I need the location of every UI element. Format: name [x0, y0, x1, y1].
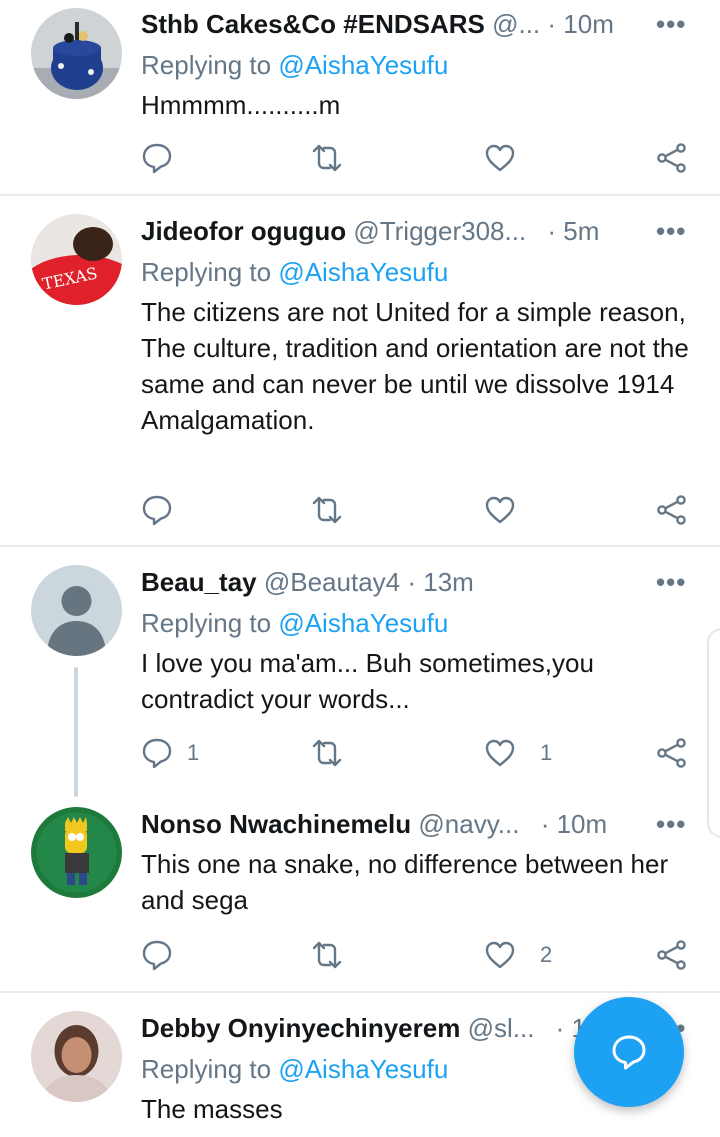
- action-bar: [0, 490, 720, 530]
- more-options-icon[interactable]: •••: [656, 214, 686, 248]
- like-button[interactable]: 1: [484, 733, 552, 773]
- share-icon: [657, 143, 686, 173]
- timestamp[interactable]: · 13m: [407, 567, 473, 597]
- user-handle[interactable]: @...: [492, 9, 540, 39]
- action-bar: [0, 138, 720, 178]
- scroll-handle[interactable]: [707, 628, 720, 838]
- display-name[interactable]: Nonso Nwachinemelu: [141, 809, 411, 839]
- heart-icon: [485, 941, 515, 969]
- tweet-1[interactable]: Sthb Cakes&Co #ENDSARS @... · 10m ••• Re…: [0, 0, 720, 196]
- tweet-header: Beau_tay @Beautay4 · 13m •••: [141, 565, 691, 599]
- like-button[interactable]: 2: [484, 935, 552, 975]
- display-name[interactable]: Sthb Cakes&Co #ENDSARS: [141, 9, 485, 39]
- reply-button[interactable]: [141, 935, 187, 975]
- reply-button[interactable]: [141, 138, 187, 178]
- share-button[interactable]: [656, 490, 688, 530]
- timestamp[interactable]: · 5m: [533, 216, 599, 246]
- tweet-text: I love you ma'am... Buh sometimes,you co…: [141, 648, 594, 714]
- thread-connector: [74, 667, 78, 797]
- reply-button[interactable]: [141, 490, 187, 530]
- timestamp[interactable]: · 10m: [527, 809, 607, 839]
- avatar[interactable]: [31, 565, 122, 656]
- like-count: 1: [540, 740, 553, 765]
- avatar[interactable]: [31, 8, 122, 99]
- tweet-4[interactable]: Nonso Nwachinemelu @navy... · 10m ••• Th…: [0, 797, 720, 992]
- tweet-header: Sthb Cakes&Co #ENDSARS @... · 10m •••: [141, 7, 691, 41]
- replying-to: Replying to @AishaYesufu: [141, 1054, 449, 1084]
- avatar[interactable]: [31, 807, 122, 898]
- retweet-button[interactable]: [311, 935, 357, 975]
- like-button[interactable]: [484, 138, 530, 178]
- retweet-button[interactable]: [311, 733, 357, 773]
- reply-icon: [142, 940, 172, 971]
- user-handle[interactable]: @Beautay4: [264, 567, 400, 597]
- retweet-button[interactable]: [311, 138, 357, 178]
- retweet-icon: [312, 941, 342, 969]
- timestamp[interactable]: · 10m: [547, 9, 613, 39]
- share-icon: [657, 738, 686, 768]
- tweet-text: The citizens are not United for a simple…: [141, 297, 689, 435]
- heart-icon: [485, 496, 515, 524]
- tweet-3[interactable]: Beau_tay @Beautay4 · 13m ••• Replying to…: [0, 547, 720, 797]
- tweet-header: Nonso Nwachinemelu @navy... · 10m •••: [141, 807, 691, 841]
- replying-to: Replying to @AishaYesufu: [141, 608, 449, 638]
- reply-icon: [142, 738, 172, 769]
- tweet-2[interactable]: TEXAS Jideofor oguguo @Trigger308... · 5…: [0, 196, 720, 546]
- reply-icon: [142, 143, 172, 174]
- heart-icon: [485, 144, 515, 172]
- display-name[interactable]: Beau_tay: [141, 567, 257, 597]
- share-icon: [657, 940, 686, 970]
- display-name[interactable]: Jideofor oguguo: [141, 216, 346, 246]
- action-bar: 1 1: [0, 733, 720, 773]
- compose-reply-button[interactable]: [574, 997, 684, 1107]
- share-button[interactable]: [656, 138, 688, 178]
- like-count: 2: [540, 942, 553, 967]
- compose-reply-icon: [612, 1035, 646, 1070]
- share-button[interactable]: [656, 935, 688, 975]
- retweet-button[interactable]: [311, 490, 357, 530]
- display-name[interactable]: Debby Onyinyechinyerem: [141, 1013, 460, 1043]
- mention-link[interactable]: @AishaYesufu: [278, 1054, 448, 1084]
- tweet-header: Jideofor oguguo @Trigger308... · 5m •••: [141, 214, 691, 248]
- share-icon: [657, 495, 686, 525]
- like-button[interactable]: [484, 490, 530, 530]
- replying-to: Replying to @AishaYesufu: [141, 50, 449, 80]
- share-button[interactable]: [656, 733, 688, 773]
- more-options-icon[interactable]: •••: [656, 565, 686, 599]
- avatar[interactable]: [31, 1011, 122, 1102]
- mention-link[interactable]: @AishaYesufu: [278, 50, 448, 80]
- user-handle[interactable]: @Trigger308...: [353, 216, 526, 246]
- replying-to: Replying to @AishaYesufu: [141, 257, 449, 287]
- mention-link[interactable]: @AishaYesufu: [278, 608, 448, 638]
- reply-count: 1: [187, 740, 200, 765]
- reply-button[interactable]: 1: [141, 733, 199, 773]
- tweet-text: This one na snake, no difference between…: [141, 849, 669, 915]
- more-options-icon[interactable]: •••: [656, 807, 686, 841]
- retweet-icon: [312, 144, 342, 172]
- heart-icon: [485, 739, 515, 767]
- user-handle[interactable]: @navy...: [418, 809, 519, 839]
- action-bar: 2: [0, 935, 720, 975]
- tweet-text: Hmmmm..........m: [141, 90, 341, 120]
- avatar[interactable]: TEXAS: [31, 214, 122, 305]
- reply-icon: [142, 495, 172, 526]
- more-options-icon[interactable]: •••: [656, 7, 686, 41]
- user-handle[interactable]: @sl...: [468, 1013, 535, 1043]
- retweet-icon: [312, 739, 342, 767]
- mention-link[interactable]: @AishaYesufu: [278, 257, 448, 287]
- retweet-icon: [312, 496, 342, 524]
